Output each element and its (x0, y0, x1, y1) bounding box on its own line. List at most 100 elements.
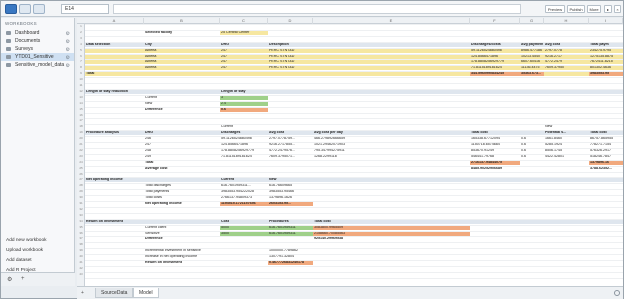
sidebar-item-label: Documents (15, 38, 41, 44)
row-header[interactable]: 42 (77, 266, 85, 270)
publish-button[interactable]: Publish (567, 5, 585, 13)
code-view-icon[interactable] (33, 4, 45, 14)
gear-icon[interactable]: ⚙ (7, 276, 12, 283)
gridline (85, 94, 623, 96)
row-header[interactable]: 20 (77, 136, 85, 140)
gridline (85, 254, 623, 256)
gridline (85, 153, 623, 155)
row-header[interactable]: 26 (77, 172, 85, 176)
row-header[interactable]: 10 (77, 77, 85, 81)
workbook-icon (6, 63, 11, 67)
gridline (85, 177, 623, 179)
row-header[interactable]: 29 (77, 189, 85, 193)
row-header[interactable]: 15 (77, 107, 85, 111)
row-header[interactable]: 41 (77, 260, 85, 264)
close-icon[interactable]: × (614, 5, 621, 13)
row-header[interactable]: 40 (77, 254, 85, 258)
toolbar: E14 Preview Publish More ▸ × (1, 1, 623, 17)
row-header[interactable]: 9 (77, 71, 85, 75)
row-header[interactable]: 23 (77, 154, 85, 158)
add-sheet-icon[interactable]: + (81, 290, 84, 296)
gridline (85, 265, 623, 267)
row-header[interactable]: 3 (77, 36, 85, 40)
gridline (85, 206, 623, 208)
row-header[interactable]: 18 (77, 124, 85, 128)
row-header[interactable]: 37 (77, 236, 85, 240)
row-header[interactable]: 34 (77, 219, 85, 223)
tab-sourcedata[interactable]: SourceData (95, 288, 134, 298)
row-header[interactable]: 43 (77, 272, 85, 276)
settings-icon[interactable] (614, 290, 620, 296)
menu-add-dataset[interactable]: Add dataset (1, 256, 75, 266)
row-header[interactable]: 30 (77, 195, 85, 199)
preview-button[interactable]: Preview (545, 5, 565, 13)
expand-icon[interactable]: ▸ (604, 5, 612, 13)
row-header[interactable]: 11 (77, 83, 85, 87)
gridline (85, 112, 623, 114)
menu-upload-workbook[interactable]: Upload workbook (1, 246, 75, 256)
row-header[interactable]: 36 (77, 231, 85, 235)
gridline (85, 88, 623, 90)
sheet-tabs: + SourceData Model (77, 286, 623, 299)
gridline (85, 260, 623, 261)
add-icon[interactable]: + (21, 276, 25, 282)
gear-icon[interactable]: ⚙ (66, 62, 70, 70)
row-header[interactable]: 8 (77, 65, 85, 69)
gridline (85, 218, 623, 220)
menu-add-new-workbook[interactable]: Add new workbook (1, 236, 75, 246)
gridline (85, 136, 623, 138)
row-header[interactable]: 17 (77, 118, 85, 122)
row-header[interactable]: 2 (77, 30, 85, 34)
workbook-icon (6, 55, 11, 59)
row-header[interactable]: 21 (77, 142, 85, 146)
row-header[interactable]: 28 (77, 183, 85, 187)
row-header[interactable]: 13 (77, 95, 85, 99)
row-header[interactable]: 38 (77, 242, 85, 246)
sidebar-item-label: Dashboard (15, 30, 40, 36)
gridline (85, 277, 623, 279)
sidebar-item-surveys[interactable]: Surveys ⚙ (1, 45, 74, 53)
row-header[interactable]: 4 (77, 42, 85, 46)
cell-reference-box[interactable]: E14 (61, 4, 109, 14)
gridline (85, 142, 623, 143)
workbook-icon (6, 47, 11, 51)
row-header[interactable]: 33 (77, 213, 85, 217)
row-header[interactable]: 19 (77, 130, 85, 134)
row-header[interactable]: 39 (77, 248, 85, 252)
row-header[interactable]: 6 (77, 54, 85, 58)
gridline (85, 65, 623, 67)
row-header[interactable]: 5 (77, 48, 85, 52)
table-view-icon[interactable] (5, 4, 17, 14)
row-header[interactable]: 24 (77, 160, 85, 164)
row-header[interactable]: 14 (77, 101, 85, 105)
gridline (85, 189, 623, 191)
gridline (85, 24, 623, 25)
row-header[interactable]: 25 (77, 166, 85, 170)
gridline (85, 236, 623, 238)
sidebar-header: WORKBOOKS (5, 21, 37, 26)
tab-model[interactable]: Model (133, 288, 159, 298)
sidebar-item-documents[interactable]: Documents ⚙ (1, 37, 74, 45)
gridline (85, 100, 623, 102)
app-window: E14 Preview Publish More ▸ × WORKBOOKS D… (0, 0, 624, 299)
row-header[interactable]: 31 (77, 201, 85, 205)
sidebar-item-ytd01-sensitive[interactable]: YTD01_Sensitive ⚙ (1, 53, 74, 61)
gridline (85, 83, 623, 84)
formula-bar[interactable] (113, 4, 521, 14)
row-header[interactable]: 27 (77, 177, 85, 181)
row-header[interactable]: 16 (77, 113, 85, 117)
sidebar-item-sensitive-model-data[interactable]: Sensitive_model_data ⚙ (1, 61, 74, 69)
spreadsheet-grid[interactable]: ABCDEFGHI 1 2 3 4 5 6 7 8 9 10 11 12 13 14 15 16 17 18 19 2… (77, 18, 623, 286)
row-header[interactable]: 1 (77, 24, 85, 28)
row-header[interactable]: 22 (77, 148, 85, 152)
gridline (85, 71, 623, 73)
sidebar-item-dashboard[interactable]: Dashboard ⚙ (1, 29, 74, 37)
chart-view-icon[interactable] (19, 4, 31, 14)
row-header[interactable]: 32 (77, 207, 85, 211)
row-header[interactable]: 35 (77, 225, 85, 229)
row-header[interactable]: 7 (77, 59, 85, 63)
gridline (85, 53, 623, 55)
row-header[interactable]: 12 (77, 89, 85, 93)
more-button[interactable]: More (587, 5, 601, 13)
gridline (85, 59, 623, 61)
